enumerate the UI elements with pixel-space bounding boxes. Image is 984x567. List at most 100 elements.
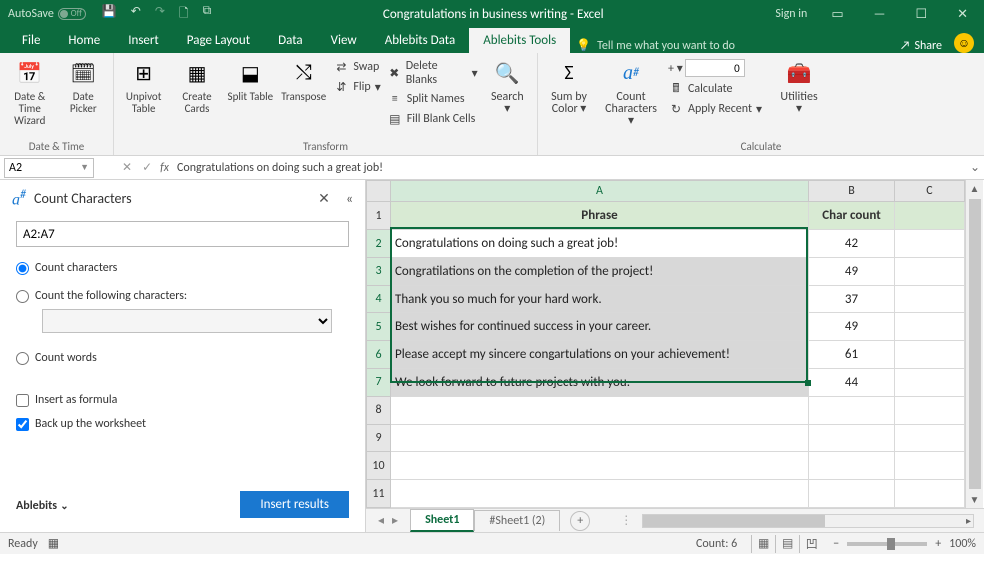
- spreadsheet-grid[interactable]: A B C 1PhraseChar count 2Congratulations…: [366, 180, 984, 532]
- fill-blank-cells-button[interactable]: ▤Fill Blank Cells: [387, 111, 478, 127]
- horizontal-scrollbar[interactable]: ◂▸: [642, 514, 974, 528]
- row-header[interactable]: 3: [367, 257, 391, 285]
- fill-handle[interactable]: [805, 380, 811, 386]
- calendar-icon: 🗓: [67, 57, 99, 89]
- panel-title: Count Characters: [34, 190, 302, 207]
- tab-page-layout[interactable]: Page Layout: [173, 28, 264, 53]
- following-chars-select[interactable]: [42, 309, 332, 333]
- search-button[interactable]: 🔍Search▾: [484, 57, 531, 115]
- split-names-button[interactable]: ≡Split Names: [387, 91, 478, 107]
- row-header[interactable]: 10: [367, 452, 391, 480]
- new-icon[interactable]: 🗋: [179, 4, 189, 25]
- zoom-in-icon[interactable]: +: [935, 537, 941, 551]
- zoom-slider[interactable]: [847, 542, 927, 546]
- view-page-layout-icon[interactable]: ▤: [775, 535, 799, 553]
- zoom-level[interactable]: 100%: [949, 537, 976, 551]
- chevron-down-icon: ▾: [472, 66, 478, 81]
- calc-icon: 🖩: [668, 81, 684, 97]
- share-button[interactable]: ↗ Share: [900, 39, 942, 53]
- count-characters-button[interactable]: a#Count Characters ▾: [606, 57, 656, 127]
- tab-ablebits-tools[interactable]: Ablebits Tools: [469, 28, 570, 53]
- checkbox-backup[interactable]: Back up the worksheet: [16, 417, 349, 431]
- delete-blanks-button[interactable]: ✖Delete Blanks ▾: [387, 59, 478, 87]
- minimize-icon[interactable]: —: [868, 7, 892, 22]
- cancel-formula-icon[interactable]: ✕: [122, 160, 132, 175]
- close-panel-icon[interactable]: ✕: [318, 190, 330, 207]
- radio-count-words[interactable]: Count words: [16, 351, 349, 365]
- tab-view[interactable]: View: [317, 28, 371, 53]
- sheet-nav-first-icon[interactable]: ◂: [378, 513, 384, 528]
- utilities-button[interactable]: 🧰Utilities▾: [774, 57, 824, 115]
- autosave-toggle[interactable]: AutoSave Off: [8, 7, 86, 21]
- save-icon[interactable]: 💾: [102, 4, 117, 25]
- apply-recent-button[interactable]: ↻Apply Recent ▾: [668, 101, 762, 117]
- row-header[interactable]: 1: [367, 202, 391, 230]
- insert-results-button[interactable]: Insert results: [240, 491, 349, 518]
- macro-record-icon[interactable]: ▦: [48, 536, 59, 551]
- expand-formula-bar-icon[interactable]: ⌄: [966, 160, 984, 175]
- collapse-panel-icon[interactable]: «: [346, 190, 353, 207]
- stepper-up[interactable]: + ▾: [668, 59, 683, 77]
- tab-data[interactable]: Data: [264, 28, 317, 53]
- vertical-scrollbar[interactable]: ▲▼: [965, 180, 983, 508]
- row-header[interactable]: 9: [367, 424, 391, 452]
- count-characters-panel: a# Count Characters ✕ « Count characters…: [0, 180, 366, 532]
- create-cards-button[interactable]: ▦Create Cards: [173, 57, 220, 115]
- split-table-button[interactable]: ⬓Split Table: [227, 57, 274, 103]
- redo-icon[interactable]: ↷: [155, 4, 165, 25]
- number-input[interactable]: [685, 59, 745, 77]
- range-input[interactable]: [16, 221, 349, 247]
- unpivot-table-button[interactable]: ⊞Unpivot Table: [120, 57, 167, 115]
- col-header-b[interactable]: B: [809, 181, 895, 202]
- row-header[interactable]: 5: [367, 313, 391, 341]
- tab-home[interactable]: Home: [54, 28, 114, 53]
- tell-me-search[interactable]: 💡 Tell me what you want to do: [576, 38, 735, 53]
- view-normal-icon[interactable]: ▦: [751, 535, 775, 553]
- radio-count-following[interactable]: Count the following characters:: [16, 289, 349, 303]
- tab-insert[interactable]: Insert: [114, 28, 173, 53]
- close-icon[interactable]: ✕: [951, 7, 974, 22]
- date-picker-button[interactable]: 🗓 Date Picker: [60, 57, 108, 115]
- tab-ablebits-data[interactable]: Ablebits Data: [371, 28, 470, 53]
- row-header[interactable]: 7: [367, 369, 391, 397]
- col-header-a[interactable]: A: [391, 181, 809, 202]
- row-header[interactable]: 6: [367, 341, 391, 369]
- flip-button[interactable]: ⇵Flip ▾: [333, 79, 380, 95]
- calculate-button[interactable]: 🖩Calculate: [668, 81, 762, 97]
- zoom-out-icon[interactable]: −: [833, 537, 839, 551]
- radio-count-characters[interactable]: Count characters: [16, 261, 349, 275]
- ribbon-display-icon[interactable]: ▭: [825, 7, 849, 22]
- fill-icon: ▤: [387, 111, 403, 127]
- maximize-icon[interactable]: ☐: [909, 7, 933, 22]
- sheet-nav-last-icon[interactable]: ▸: [392, 513, 398, 528]
- ablebits-menu[interactable]: Ablebits ⌄: [16, 496, 69, 513]
- sheet-tab[interactable]: #Sheet1 (2): [474, 510, 560, 531]
- fx-icon[interactable]: fx: [160, 161, 169, 175]
- chevron-down-icon: ▾: [580, 102, 586, 116]
- checkbox-insert-formula[interactable]: Insert as formula: [16, 393, 349, 407]
- swap-button[interactable]: ⇄Swap: [333, 59, 380, 75]
- sigma-icon: Σ: [553, 57, 585, 89]
- signin-link[interactable]: Sign in: [775, 7, 807, 21]
- transpose-button[interactable]: ⤭Transpose: [280, 57, 327, 103]
- feedback-icon[interactable]: ☺: [954, 33, 974, 53]
- name-box[interactable]: A2▼: [4, 158, 94, 178]
- date-time-wizard-button[interactable]: 📅 Date & Time Wizard: [6, 57, 54, 127]
- tab-file[interactable]: File: [8, 28, 54, 53]
- enter-formula-icon[interactable]: ✓: [142, 160, 152, 175]
- row-header[interactable]: 11: [367, 480, 391, 508]
- undo-icon[interactable]: ↶: [131, 4, 141, 25]
- row-header[interactable]: 8: [367, 396, 391, 424]
- swap-icon: ⇄: [333, 59, 349, 75]
- formula-input[interactable]: Congratulations on doing such a great jo…: [177, 161, 966, 175]
- col-header-c[interactable]: C: [895, 181, 965, 202]
- sum-by-color-button[interactable]: ΣSum by Color ▾: [544, 57, 594, 115]
- touch-icon[interactable]: ⧉: [203, 4, 212, 25]
- row-header[interactable]: 4: [367, 285, 391, 313]
- new-sheet-button[interactable]: +: [570, 511, 590, 531]
- cards-icon: ▦: [181, 57, 213, 89]
- row-header[interactable]: 2: [367, 230, 391, 258]
- select-all-corner[interactable]: [367, 181, 391, 202]
- sheet-tab-active[interactable]: Sheet1: [410, 509, 474, 532]
- view-page-break-icon[interactable]: 凹: [799, 535, 823, 553]
